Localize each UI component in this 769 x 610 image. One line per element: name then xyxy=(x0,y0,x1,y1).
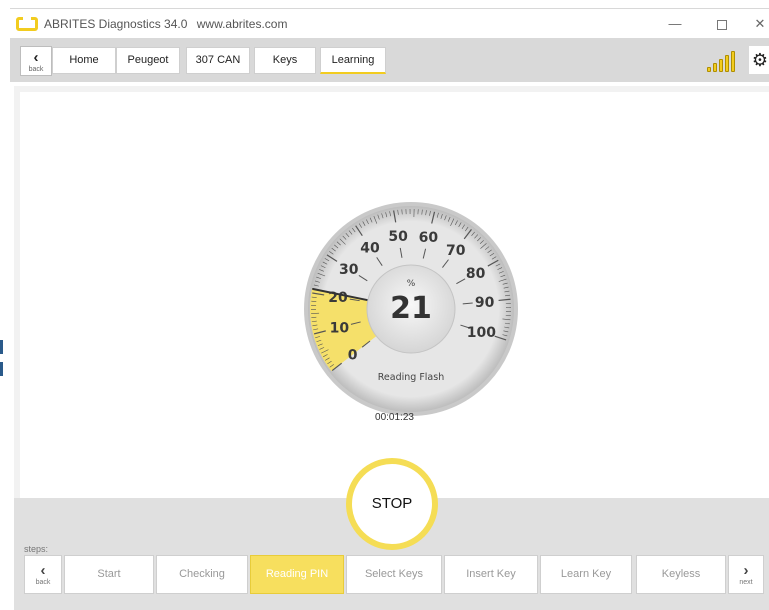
step-checking[interactable]: Checking xyxy=(156,555,248,594)
step-next-button[interactable]: › next xyxy=(728,555,764,594)
app-url: www.abrites.com xyxy=(196,17,288,31)
close-icon: ✕ xyxy=(754,16,766,31)
gauge-scale-label: 0 xyxy=(348,348,358,364)
gauge-scale-label: 40 xyxy=(360,240,380,256)
app-name: ABRITES Diagnostics 34.0 xyxy=(44,17,188,31)
minimize-button[interactable]: — xyxy=(660,13,690,35)
gauge-scale-label: 60 xyxy=(419,230,439,246)
edge-artifact xyxy=(0,340,3,354)
close-button[interactable]: ✕ xyxy=(745,13,769,35)
window-title: ABRITES Diagnostics 34.0 www.abrites.com xyxy=(44,17,287,31)
title-bar: ABRITES Diagnostics 34.0 www.abrites.com… xyxy=(10,8,769,38)
step-reading-pin[interactable]: Reading PIN xyxy=(250,555,344,594)
breadcrumb-peugeot[interactable]: Peugeot xyxy=(116,47,180,74)
step-keyless[interactable]: Keyless xyxy=(636,555,726,594)
gauge-scale-label: 100 xyxy=(467,325,496,341)
breadcrumb-home[interactable]: Home xyxy=(52,47,116,74)
gauge-value: 21 xyxy=(390,291,432,326)
navigation-bar: ‹ back Home Peugeot 307 CAN Keys Learnin… xyxy=(10,38,769,82)
step-back-button[interactable]: ‹ back xyxy=(24,555,62,594)
gauge-scale-label: 80 xyxy=(466,266,486,282)
edge-artifact xyxy=(0,362,3,376)
step-back-label: back xyxy=(35,579,51,586)
stop-button[interactable]: STOP xyxy=(346,458,438,550)
step-start[interactable]: Start xyxy=(64,555,154,594)
gauge-scale-label: 70 xyxy=(446,243,466,259)
breadcrumb-keys[interactable]: Keys xyxy=(254,47,316,74)
gear-icon[interactable]: ⚙ xyxy=(749,46,769,74)
signal-strength-icon xyxy=(707,48,737,72)
maximize-icon xyxy=(717,19,727,30)
breadcrumb-learning[interactable]: Learning xyxy=(320,47,386,74)
progress-area: 0 10 20 30 40 50 60 70 80 90 100 % 21 Reading Flas… xyxy=(20,92,769,498)
abrites-logo-icon xyxy=(16,17,38,31)
gauge-scale-label: 10 xyxy=(330,320,350,336)
step-select-keys[interactable]: Select Keys xyxy=(346,555,442,594)
elapsed-timer: 00:01:23 xyxy=(375,412,414,423)
step-learn-key[interactable]: Learn Key xyxy=(540,555,632,594)
maximize-button[interactable] xyxy=(707,13,737,35)
steps-label: steps: xyxy=(24,544,49,554)
gauge-scale-label: 50 xyxy=(388,229,408,245)
breadcrumb-307-can[interactable]: 307 CAN xyxy=(186,47,250,74)
back-button-label: back xyxy=(28,66,44,73)
minimize-icon: — xyxy=(668,16,682,31)
back-button[interactable]: ‹ back xyxy=(20,46,52,76)
main-panel: 0 10 20 30 40 50 60 70 80 90 100 % 21 Reading Flas… xyxy=(14,86,769,498)
chevron-right-icon: › xyxy=(743,562,749,579)
gauge-unit: % xyxy=(407,279,416,289)
progress-gauge: 01020304050 60708090100 % 21 Reading Flas… xyxy=(304,202,518,416)
gauge-caption: Reading Flash xyxy=(378,372,444,383)
gauge-scale-label: 30 xyxy=(339,262,359,278)
chevron-left-icon: ‹ xyxy=(33,49,39,66)
step-next-label: next xyxy=(739,579,753,586)
gauge-scale-label: 90 xyxy=(475,295,495,311)
step-insert-key[interactable]: Insert Key xyxy=(444,555,538,594)
chevron-left-icon: ‹ xyxy=(40,562,46,579)
